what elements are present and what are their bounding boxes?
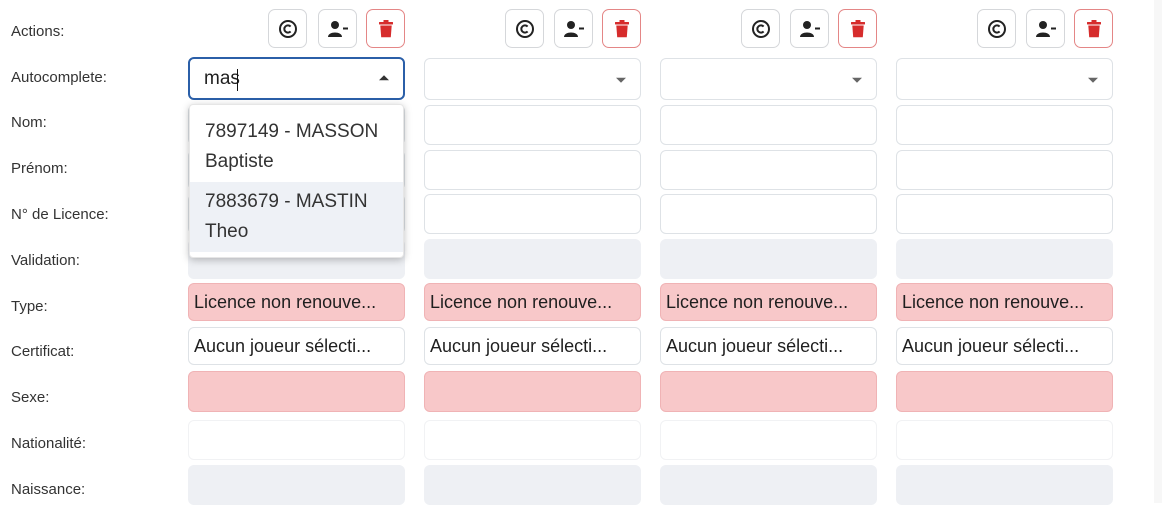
nom-input[interactable] — [424, 105, 641, 145]
copyright-icon — [515, 19, 534, 38]
user-minus-icon — [327, 20, 348, 37]
user-minus-icon — [799, 20, 820, 37]
licence-input[interactable] — [660, 194, 877, 234]
remove-player-button[interactable] — [554, 9, 593, 48]
vertical-scrollbar[interactable] — [1154, 0, 1162, 503]
nationalite-field — [424, 420, 641, 460]
naissance-field — [424, 465, 641, 505]
text-cursor — [237, 69, 238, 91]
autocomplete-option-highlighted[interactable]: 7883679 - MASTIN Theo — [190, 182, 403, 252]
caret-up-icon[interactable] — [379, 74, 389, 80]
prenom-input[interactable] — [660, 150, 877, 190]
licence-input[interactable] — [896, 194, 1113, 234]
type-text: Licence non renouve... — [194, 291, 377, 312]
naissance-field — [896, 465, 1113, 505]
remove-player-button[interactable] — [790, 9, 829, 48]
autocomplete-input[interactable] — [896, 58, 1113, 100]
label-certificat: Certificat: — [11, 343, 75, 360]
type-field: Licence non renouve... — [896, 283, 1113, 321]
type-field: Licence non renouve... — [188, 283, 405, 321]
copy-button[interactable] — [977, 9, 1016, 48]
validation-field — [660, 239, 877, 279]
caret-down-icon[interactable] — [616, 77, 626, 83]
copyright-icon — [987, 19, 1006, 38]
prenom-input[interactable] — [896, 150, 1113, 190]
certificat-field: Aucun joueur sélecti... — [660, 327, 877, 365]
autocomplete-input[interactable] — [660, 58, 877, 100]
label-prenom: Prénom: — [11, 160, 68, 177]
autocomplete-option[interactable]: 7897149 - MASSON Baptiste — [190, 117, 403, 177]
sexe-field — [188, 371, 405, 412]
delete-button[interactable] — [1074, 9, 1113, 48]
validation-field — [896, 239, 1113, 279]
label-validation: Validation: — [11, 252, 80, 269]
option-line-2: Baptiste — [205, 151, 274, 172]
autocomplete-input[interactable]: mas — [188, 57, 405, 100]
type-text: Licence non renouve... — [902, 291, 1085, 312]
copyright-icon — [278, 19, 297, 38]
nationalite-field — [660, 420, 877, 460]
label-nom: Nom: — [11, 114, 47, 131]
option-line-1: 7883679 - MASTIN — [205, 191, 368, 212]
autocomplete-value: mas — [204, 67, 240, 89]
type-text: Licence non renouve... — [666, 291, 849, 312]
certificat-field: Aucun joueur sélecti... — [896, 327, 1113, 365]
user-minus-icon — [1035, 20, 1056, 37]
naissance-field — [188, 465, 405, 505]
certificat-text: Aucun joueur sélecti... — [430, 335, 608, 356]
sexe-field — [896, 371, 1113, 412]
autocomplete-dropdown: 7897149 - MASSON Baptiste 7883679 - MAST… — [189, 104, 404, 258]
copy-button[interactable] — [268, 9, 307, 48]
label-type: Type: — [11, 298, 48, 315]
certificat-text: Aucun joueur sélecti... — [194, 335, 372, 356]
validation-field — [424, 239, 641, 279]
label-naissance: Naissance: — [11, 481, 86, 498]
delete-button[interactable] — [366, 9, 405, 48]
trash-icon — [378, 19, 393, 37]
label-autocomplete: Autocomplete: — [11, 69, 107, 86]
type-field: Licence non renouve... — [424, 283, 641, 321]
user-minus-icon — [563, 20, 584, 37]
naissance-field — [660, 465, 877, 505]
label-licence: N° de Licence: — [11, 206, 109, 223]
label-sexe: Sexe: — [11, 389, 50, 406]
remove-player-button[interactable] — [318, 9, 357, 48]
option-line-1: 7897149 - MASSON — [205, 121, 379, 142]
option-line-2: Theo — [205, 221, 249, 242]
nom-input[interactable] — [896, 105, 1113, 145]
copy-button[interactable] — [505, 9, 544, 48]
nationalite-field — [188, 420, 405, 460]
sexe-field — [424, 371, 641, 412]
label-actions: Actions: — [11, 23, 65, 40]
licence-input[interactable] — [424, 194, 641, 234]
caret-down-icon[interactable] — [1088, 77, 1098, 83]
delete-button[interactable] — [838, 9, 877, 48]
certificat-text: Aucun joueur sélecti... — [902, 335, 1080, 356]
remove-player-button[interactable] — [1026, 9, 1065, 48]
trash-icon — [1086, 19, 1101, 37]
copy-button[interactable] — [741, 9, 780, 48]
type-text: Licence non renouve... — [430, 291, 613, 312]
nationalite-field — [896, 420, 1113, 460]
nom-input[interactable] — [660, 105, 877, 145]
certificat-text: Aucun joueur sélecti... — [666, 335, 844, 356]
certificat-field: Aucun joueur sélecti... — [424, 327, 641, 365]
caret-down-icon[interactable] — [852, 77, 862, 83]
label-nationalite: Nationalité: — [11, 435, 87, 452]
trash-icon — [850, 19, 865, 37]
trash-icon — [614, 19, 629, 37]
prenom-input[interactable] — [424, 150, 641, 190]
certificat-field: Aucun joueur sélecti... — [188, 327, 405, 365]
delete-button[interactable] — [602, 9, 641, 48]
type-field: Licence non renouve... — [660, 283, 877, 321]
copyright-icon — [751, 19, 770, 38]
sexe-field — [660, 371, 877, 412]
autocomplete-input[interactable] — [424, 58, 641, 100]
